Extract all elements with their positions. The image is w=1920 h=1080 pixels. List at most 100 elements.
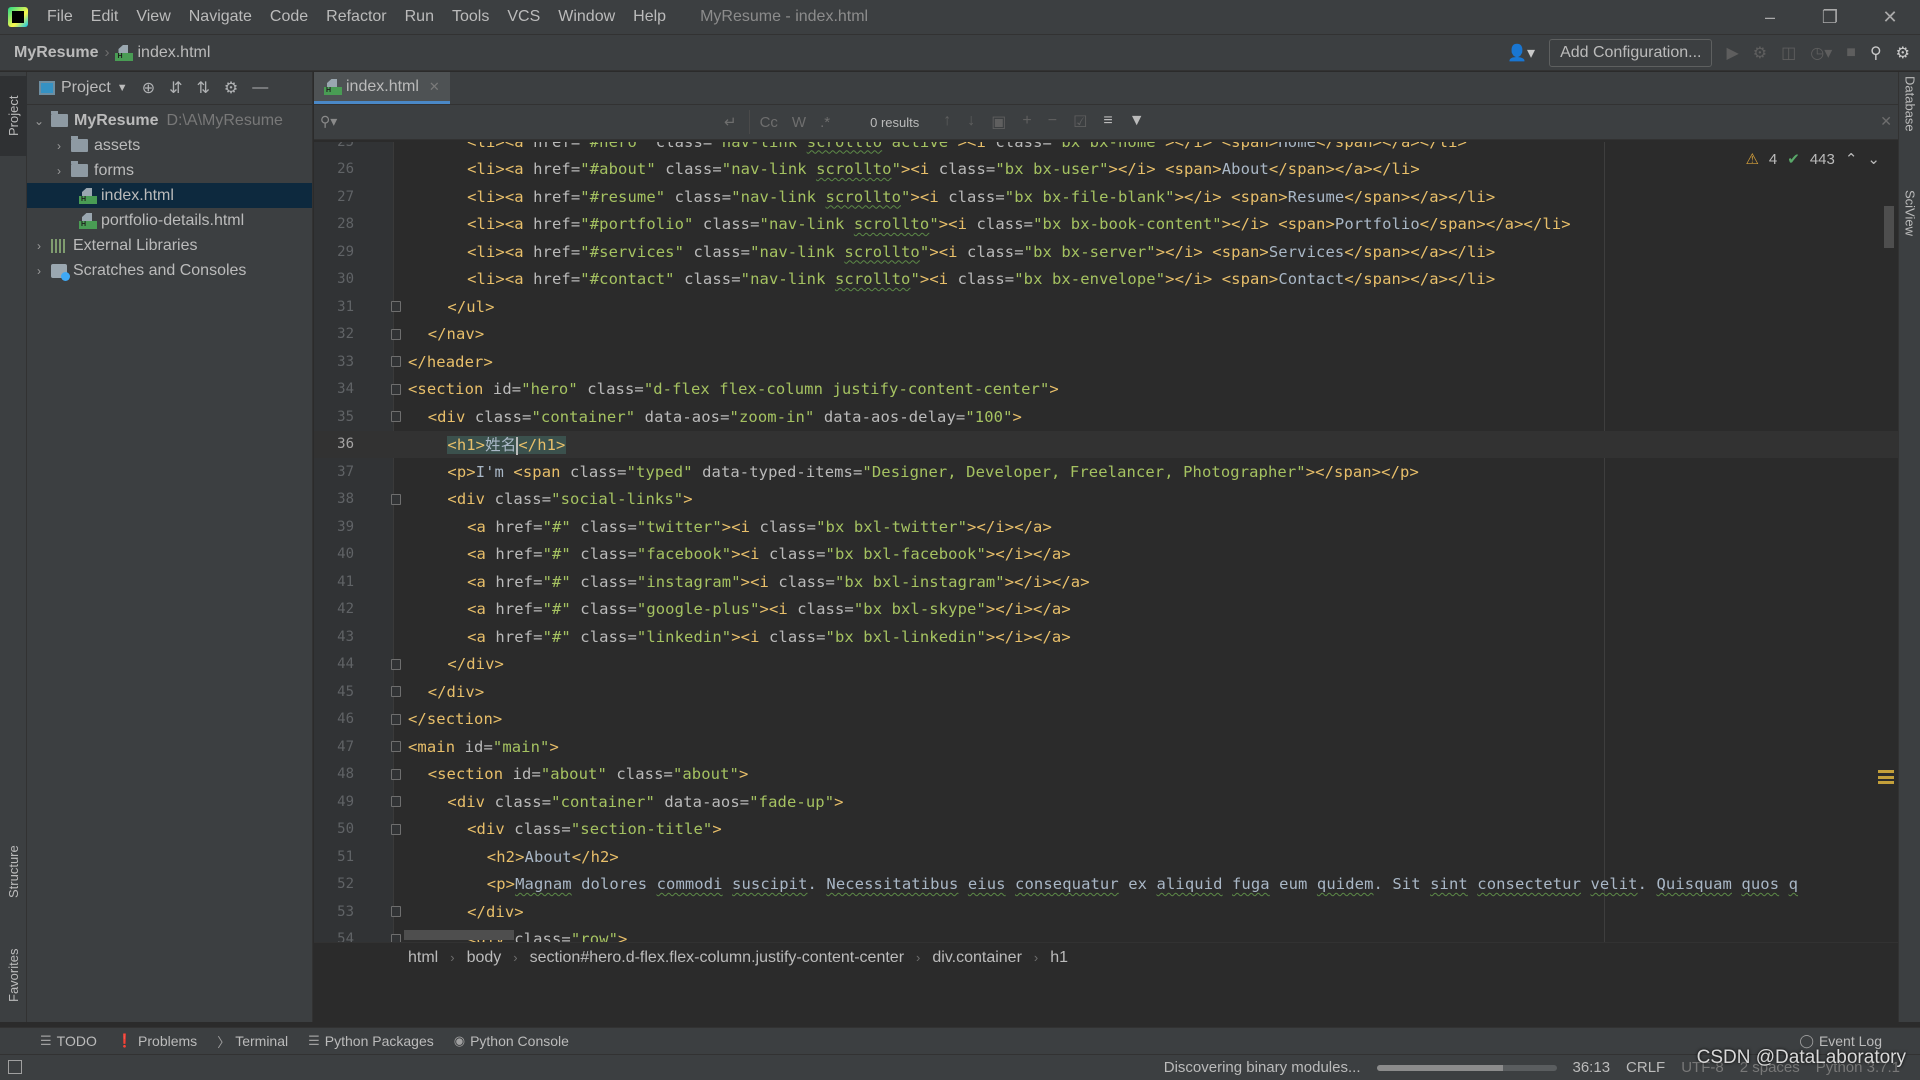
database-tool-tab[interactable]: Database bbox=[1899, 76, 1920, 166]
menu-file[interactable]: File bbox=[38, 8, 82, 26]
code-line[interactable]: 50 <div class="section-title"> bbox=[314, 816, 1898, 843]
tree-item-forms[interactable]: › forms bbox=[27, 158, 312, 183]
code-line[interactable]: 27 <li><a href="#resume" class="nav-link … bbox=[314, 183, 1898, 210]
breadcrumb-div[interactable]: div.container bbox=[932, 949, 1022, 967]
menu-view[interactable]: View bbox=[127, 8, 179, 26]
menu-vcs[interactable]: VCS bbox=[498, 8, 549, 26]
find-close-icon[interactable]: ✕ bbox=[1880, 113, 1892, 130]
code-line[interactable]: 35 <div class="container" data-aos="zoom-… bbox=[314, 403, 1898, 430]
menu-window[interactable]: Window bbox=[549, 8, 624, 26]
arrow-down-icon[interactable]: ↓ bbox=[967, 112, 975, 132]
fold-end-icon[interactable] bbox=[391, 658, 401, 670]
code-line[interactable]: 41 <a href="#" class="instagram"><i class… bbox=[314, 568, 1898, 595]
fold-collapse-icon[interactable] bbox=[391, 823, 401, 835]
breadcrumb-h1[interactable]: h1 bbox=[1050, 949, 1068, 967]
background-task-label[interactable]: Discovering binary modules... bbox=[1164, 1059, 1361, 1076]
project-tool-tab[interactable]: Project bbox=[0, 76, 27, 156]
code-line[interactable]: 30 <li><a href="#contact" class="nav-link… bbox=[314, 266, 1898, 293]
caret-position[interactable]: 36:13 bbox=[1573, 1059, 1611, 1076]
inspection-widget[interactable]: ⚠ 4 ✔ 443 ⌃ ⌄ bbox=[1745, 150, 1880, 169]
select-all-occurrences-icon[interactable]: ☑ bbox=[1073, 112, 1087, 132]
code-line[interactable]: 46 </section> bbox=[314, 706, 1898, 733]
warning-stripe-marker[interactable] bbox=[1878, 770, 1894, 784]
python-packages-tool-button[interactable]: ☰ Python Packages bbox=[308, 1033, 434, 1049]
breadcrumb-file[interactable]: index.html bbox=[115, 44, 210, 62]
fold-end-icon[interactable] bbox=[391, 301, 401, 312]
code-line[interactable]: 36 <h1>姓名 </h1> bbox=[314, 430, 1898, 458]
tree-item-scratches[interactable]: › Scratches and Consoles bbox=[27, 258, 312, 283]
breadcrumb-body[interactable]: body bbox=[467, 949, 502, 967]
todo-tool-button[interactable]: ☰ TODO bbox=[40, 1033, 97, 1049]
tab-close-icon[interactable]: ✕ bbox=[429, 79, 440, 95]
code-line[interactable]: 49 <div class="container" data-aos="fade-… bbox=[314, 788, 1898, 815]
tab-index-html[interactable]: index.html ✕ bbox=[314, 72, 450, 104]
code-line[interactable]: 40 <a href="#" class="facebook"><i class=… bbox=[314, 541, 1898, 568]
horizontal-scrollbar[interactable] bbox=[404, 930, 514, 940]
code-line[interactable]: 47 <main id="main"> bbox=[314, 733, 1898, 760]
find-input[interactable] bbox=[314, 104, 724, 140]
next-highlight-icon[interactable]: ⌄ bbox=[1867, 150, 1880, 168]
fold-collapse-icon[interactable] bbox=[391, 493, 401, 505]
remove-occurrence-icon[interactable]: − bbox=[1048, 112, 1057, 132]
new-line-icon[interactable]: ↵ bbox=[724, 113, 737, 131]
minimize-button[interactable]: – bbox=[1740, 0, 1800, 35]
sciview-tool-tab[interactable]: SciView bbox=[1899, 190, 1920, 280]
code-line[interactable]: 32 </nav> bbox=[314, 321, 1898, 348]
user-dropdown-icon[interactable]: 👤▾ bbox=[1507, 43, 1535, 63]
code-line[interactable]: 54<div class="row"> bbox=[314, 926, 1898, 942]
code-line[interactable]: 25 <li><a href="#hero" class="nav-link sc… bbox=[314, 142, 1898, 155]
menu-navigate[interactable]: Navigate bbox=[180, 8, 261, 26]
terminal-tool-button[interactable]: 〉 Terminal bbox=[217, 1032, 288, 1051]
collapse-all-icon[interactable]: ⇅ bbox=[197, 78, 210, 98]
fold-end-icon[interactable] bbox=[391, 906, 401, 917]
fold-collapse-icon[interactable] bbox=[391, 383, 401, 395]
expand-all-icon[interactable]: ⇵ bbox=[169, 78, 182, 98]
filter-options-icon[interactable]: ≡ bbox=[1103, 112, 1112, 132]
toggle-tool-windows-icon[interactable] bbox=[8, 1060, 22, 1074]
close-window-button[interactable]: ✕ bbox=[1860, 0, 1920, 35]
hide-panel-icon[interactable]: — bbox=[252, 79, 268, 97]
whole-words-toggle[interactable]: W bbox=[792, 114, 806, 131]
panel-settings-icon[interactable]: ⚙ bbox=[224, 78, 238, 98]
python-console-tool-button[interactable]: ◉ Python Console bbox=[454, 1033, 569, 1049]
project-view-dropdown[interactable]: Project ▼ bbox=[39, 79, 128, 97]
previous-highlight-icon[interactable]: ⌃ bbox=[1845, 150, 1858, 168]
fold-collapse-icon[interactable] bbox=[391, 768, 401, 780]
tree-item-external-libraries[interactable]: › External Libraries bbox=[27, 233, 312, 258]
restore-button[interactable]: ❐ bbox=[1800, 0, 1860, 35]
code-line[interactable]: 45 </div> bbox=[314, 678, 1898, 705]
code-line[interactable]: 38 <div class="social-links"> bbox=[314, 486, 1898, 513]
fold-collapse-icon[interactable] bbox=[391, 411, 401, 422]
menu-run[interactable]: Run bbox=[396, 8, 443, 26]
breadcrumb-html[interactable]: html bbox=[408, 949, 438, 967]
code-line[interactable]: 39 <a href="#" class="twitter"><i class="… bbox=[314, 513, 1898, 540]
code-line[interactable]: 52 <p>Magnam dolores commodi suscipit. Ne… bbox=[314, 871, 1898, 898]
code-line[interactable]: 44 </div> bbox=[314, 651, 1898, 678]
regex-toggle[interactable]: .* bbox=[820, 114, 830, 131]
vertical-scrollbar[interactable] bbox=[1884, 206, 1894, 248]
menu-refactor[interactable]: Refactor bbox=[317, 8, 395, 26]
problems-tool-button[interactable]: ❗ Problems bbox=[117, 1033, 197, 1049]
search-icon[interactable]: ⚲▾ bbox=[320, 113, 337, 130]
profile-icon[interactable]: ◷▾ bbox=[1810, 43, 1832, 63]
fold-end-icon[interactable] bbox=[391, 686, 401, 697]
tree-item-assets[interactable]: › assets bbox=[27, 133, 312, 158]
fold-collapse-icon[interactable] bbox=[391, 796, 401, 807]
menu-edit[interactable]: Edit bbox=[82, 8, 128, 26]
line-separator[interactable]: CRLF bbox=[1626, 1059, 1665, 1076]
menu-tools[interactable]: Tools bbox=[443, 8, 498, 26]
code-line[interactable]: 34 <section id="hero" class="d-flex flex-… bbox=[314, 376, 1898, 403]
fold-collapse-icon[interactable] bbox=[391, 741, 401, 752]
open-in-window-icon[interactable]: ▣ bbox=[991, 112, 1006, 132]
favorites-tool-tab[interactable]: Favorites bbox=[0, 930, 27, 1020]
locate-file-icon[interactable]: ⊕ bbox=[142, 78, 155, 98]
add-configuration-button[interactable]: Add Configuration... bbox=[1549, 39, 1713, 67]
stop-icon[interactable]: ■ bbox=[1846, 44, 1856, 62]
code-line[interactable]: 31 </ul> bbox=[314, 293, 1898, 320]
tree-item-portfolio-details[interactable]: portfolio-details.html bbox=[27, 208, 312, 233]
settings-gear-icon[interactable]: ⚙ bbox=[1896, 43, 1910, 63]
fold-collapse-icon[interactable] bbox=[391, 933, 401, 942]
arrow-up-icon[interactable]: ↑ bbox=[943, 112, 951, 132]
code-line[interactable]: 51 <h2>About</h2> bbox=[314, 843, 1898, 870]
fold-end-icon[interactable] bbox=[391, 356, 401, 367]
